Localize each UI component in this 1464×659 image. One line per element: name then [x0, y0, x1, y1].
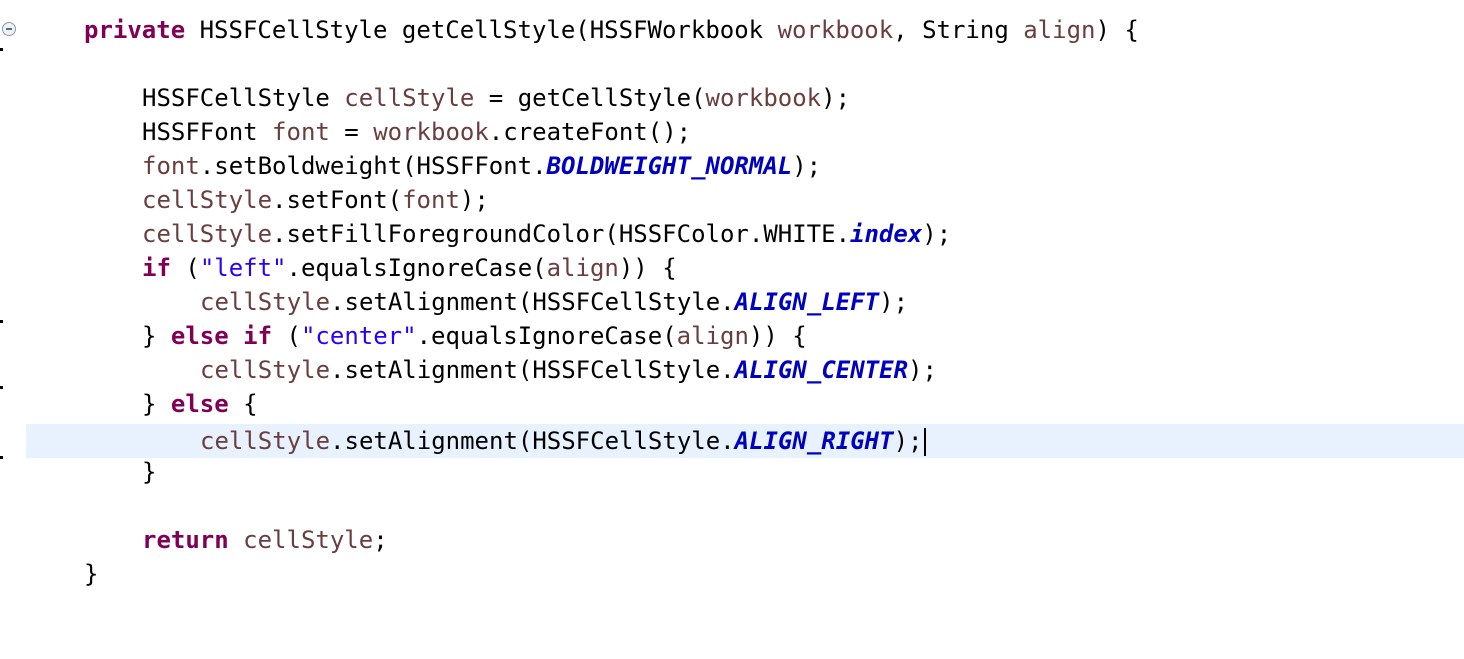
code-text: } else if ("center".equalsIgnoreCase(ali…: [142, 319, 807, 353]
code-token: ;: [373, 526, 388, 554]
code-token-var: cellStyle: [142, 220, 273, 248]
code-text: }: [84, 557, 98, 591]
code-line: return cellStyle;: [0, 523, 1464, 557]
code-token: }: [142, 390, 171, 418]
code-token: .setAlignment(HSSFCellStyle.: [330, 356, 735, 384]
code-text: HSSFFont font = workbook.createFont();: [142, 115, 691, 149]
code-text: return cellStyle;: [142, 523, 388, 557]
text-caret: [924, 428, 927, 456]
code-text: cellStyle.setAlignment(HSSFCellStyle.ALI…: [200, 285, 908, 319]
code-token: );: [792, 152, 822, 180]
code-text: }: [142, 455, 156, 489]
code-line: }: [0, 557, 1464, 591]
code-token-var: align: [676, 322, 749, 350]
code-editor[interactable]: private HSSFCellStyle getCellStyle(HSSFW…: [0, 0, 1464, 630]
code-token-const: ALIGN_CENTER: [734, 356, 909, 384]
code-line: if ("left".equalsIgnoreCase(align)) {: [0, 251, 1464, 285]
code-token-var: cellStyle: [200, 427, 331, 455]
code-text: cellStyle.setAlignment(HSSFCellStyle.ALI…: [200, 424, 927, 458]
code-line: font.setBoldweight(HSSFFont.BOLDWEIGHT_N…: [0, 149, 1464, 183]
code-token-var: font: [272, 118, 330, 146]
code-token: HSSFFont: [142, 118, 273, 146]
code-token: );: [459, 186, 489, 214]
current-code-line: cellStyle.setAlignment(HSSFCellStyle.ALI…: [26, 424, 1464, 458]
code-token-kw: else: [170, 390, 229, 418]
code-token: ) {: [1095, 16, 1139, 44]
code-text: } else {: [142, 387, 258, 421]
code-token-var: workbook: [705, 84, 822, 112]
code-token: );: [893, 427, 923, 455]
code-line: cellStyle.setAlignment(HSSFCellStyle.ALI…: [0, 353, 1464, 387]
code-token-var: font: [402, 186, 460, 214]
code-token: HSSFCellStyle: [142, 84, 345, 112]
code-line: private HSSFCellStyle getCellStyle(HSSFW…: [0, 13, 1464, 47]
code-token-const: ALIGN_LEFT: [734, 288, 880, 316]
code-token: =: [329, 118, 374, 146]
code-token-str: "center": [300, 322, 417, 350]
code-token-var: workbook: [373, 118, 489, 146]
code-token: .setAlignment(HSSFCellStyle.: [330, 288, 735, 316]
code-token: );: [879, 288, 909, 316]
code-token: );: [821, 84, 851, 112]
code-line: }: [0, 455, 1464, 489]
code-token: )) {: [748, 322, 807, 350]
code-line: } else if ("center".equalsIgnoreCase(ali…: [0, 319, 1464, 353]
code-token-const: BOLDWEIGHT_NORMAL: [546, 152, 793, 180]
code-token: , String: [893, 16, 1024, 44]
code-token: (: [170, 254, 200, 282]
code-token-var: cellStyle: [142, 186, 273, 214]
code-token-const: ALIGN_RIGHT: [734, 427, 894, 455]
code-token: .createFont();: [488, 118, 692, 146]
code-line: cellStyle.setAlignment(HSSFCellStyle.ALI…: [0, 285, 1464, 319]
code-token-kw: if: [142, 254, 171, 282]
code-token-var: cellStyle: [200, 356, 331, 384]
code-text: font.setBoldweight(HSSFFont.BOLDWEIGHT_N…: [142, 149, 821, 183]
code-token-var: cellStyle: [344, 84, 475, 112]
code-token-field: index: [850, 220, 923, 248]
code-token-var: align: [546, 254, 619, 282]
code-text: cellStyle.setAlignment(HSSFCellStyle.ALI…: [200, 353, 937, 387]
code-text: HSSFCellStyle cellStyle = getCellStyle(w…: [142, 81, 850, 115]
code-token: .setFillForegroundColor(HSSFColor.WHITE.: [272, 220, 851, 248]
code-token: }: [142, 322, 171, 350]
code-token-var: cellStyle: [200, 288, 331, 316]
code-text: private HSSFCellStyle getCellStyle(HSSFW…: [84, 13, 1139, 47]
code-token: = getCellStyle(: [474, 84, 706, 112]
code-line: } else {: [0, 387, 1464, 421]
code-token-var: workbook: [777, 16, 894, 44]
code-token: .setBoldweight(HSSFFont.: [199, 152, 547, 180]
code-token: .equalsIgnoreCase(: [416, 322, 677, 350]
code-token: );: [922, 220, 952, 248]
code-line: cellStyle.setFillForegroundColor(HSSFCol…: [0, 217, 1464, 251]
code-text: cellStyle.setFillForegroundColor(HSSFCol…: [142, 217, 951, 251]
code-token: .setAlignment(HSSFCellStyle.: [330, 427, 735, 455]
code-line: cellStyle.setFont(font);: [0, 183, 1464, 217]
code-line: HSSFFont font = workbook.createFont();: [0, 115, 1464, 149]
code-token: HSSFCellStyle getCellStyle(HSSFWorkbook: [185, 16, 778, 44]
code-token-str: "left": [199, 254, 287, 282]
code-token-kw: else if: [170, 322, 273, 350]
code-token-kw: return: [142, 526, 229, 554]
code-line: HSSFCellStyle cellStyle = getCellStyle(w…: [0, 81, 1464, 115]
code-token: (: [272, 322, 301, 350]
code-token: )) {: [618, 254, 677, 282]
code-token: }: [142, 458, 157, 486]
code-token-var: font: [142, 152, 200, 180]
code-token: }: [84, 560, 99, 588]
code-token-var: cellStyle: [243, 526, 374, 554]
code-token: .equalsIgnoreCase(: [286, 254, 547, 282]
code-token-var: align: [1023, 16, 1096, 44]
code-token-kw: private: [84, 16, 186, 44]
code-text: if ("left".equalsIgnoreCase(align)) {: [142, 251, 677, 285]
code-token: {: [228, 390, 258, 418]
code-token: .setFont(: [272, 186, 403, 214]
code-token: );: [908, 356, 937, 384]
code-text: cellStyle.setFont(font);: [142, 183, 489, 217]
